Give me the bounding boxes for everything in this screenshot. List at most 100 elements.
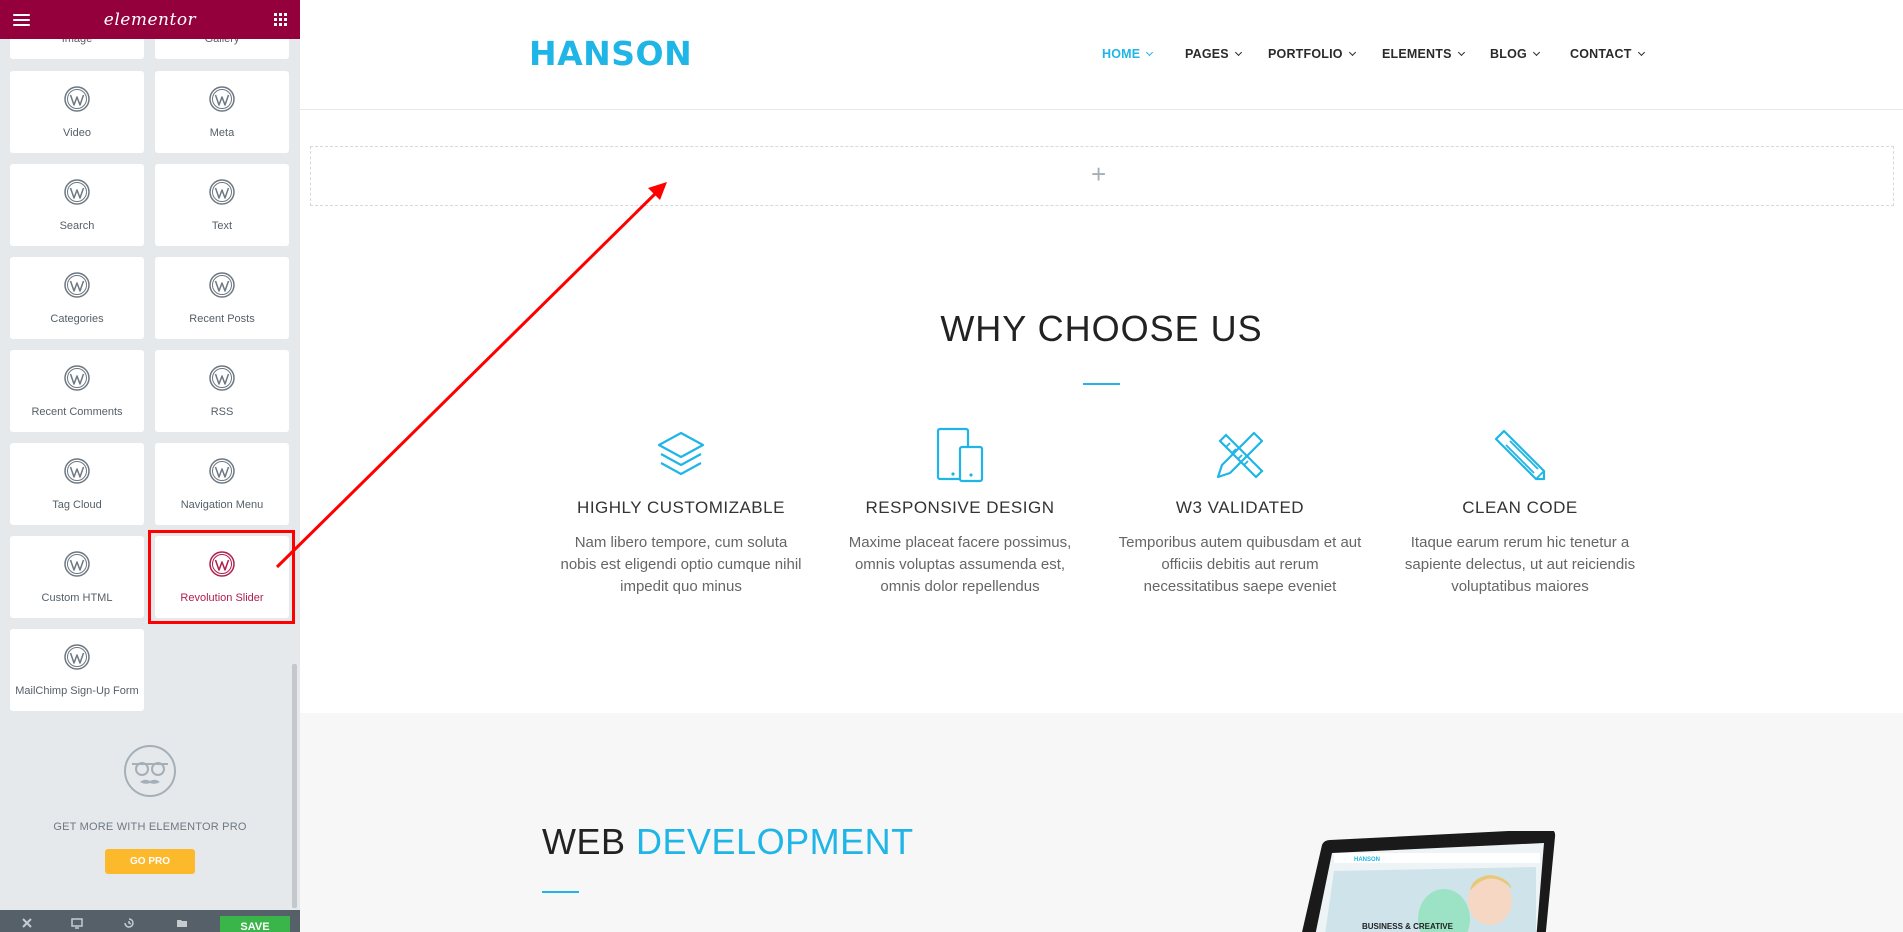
elementor-logo: elementor — [103, 9, 197, 30]
feature-description: Itaque earum rerum hic tenetur a sapient… — [1404, 534, 1636, 595]
feature-title: RESPONSIVE DESIGN — [865, 498, 1055, 517]
widget-tile[interactable]: Tag Cloud — [10, 443, 144, 525]
pencil-ruler-icon — [1216, 431, 1264, 479]
pro-promo: GET MORE WITH ELEMENTOR PRO GO PRO — [0, 744, 300, 874]
feature-item: CLEAN CODE Itaque earum rerum hic tenetur… — [1385, 425, 1655, 598]
nav-label: HOME — [1102, 47, 1141, 61]
why-choose-us-title: WHY CHOOSE US — [940, 308, 1263, 349]
widget-label: Meta — [209, 127, 235, 139]
wordpress-icon — [209, 272, 235, 298]
nav-item-blog[interactable]: BLOG — [1490, 47, 1540, 61]
save-button[interactable]: SAVE — [220, 916, 290, 932]
widget-tile[interactable]: Categories — [10, 257, 144, 339]
site-logo[interactable]: HANSON — [529, 34, 692, 73]
widget-label: Navigation Menu — [180, 499, 264, 511]
widget-tile[interactable]: Meta — [155, 71, 289, 153]
settings-icon[interactable] — [20, 916, 34, 930]
web-development-title: WEB DEVELOPMENT — [542, 821, 914, 863]
wordpress-icon — [209, 86, 235, 112]
feature-item: W3 VALIDATED Temporibus autem quibusdam e… — [1105, 425, 1375, 598]
responsive-mode-icon[interactable] — [70, 916, 84, 930]
wordpress-icon — [64, 644, 90, 670]
panel-header: elementor — [0, 0, 300, 39]
go-pro-button[interactable]: GO PRO — [105, 849, 195, 874]
title-divider — [1083, 383, 1120, 385]
widget-tile[interactable]: Recent Comments — [10, 350, 144, 432]
nav-item-pages[interactable]: PAGES — [1185, 47, 1242, 61]
nav-item-elements[interactable]: ELEMENTS — [1382, 47, 1465, 61]
chevron-down-icon — [1532, 48, 1540, 57]
widget-label: Categories — [50, 313, 104, 325]
nav-label: BLOG — [1490, 47, 1527, 61]
widgets-grid-icon[interactable] — [274, 13, 287, 26]
widget-tile-revolution-slider[interactable]: Revolution Slider — [155, 536, 289, 618]
panel-scrollbar[interactable] — [292, 664, 297, 908]
feature-item: RESPONSIVE DESIGN Maxime placeat facere p… — [825, 425, 1095, 598]
laptop-mockup-image: HANSON BUSINESS & CREATIVE — [1302, 831, 1556, 932]
menu-icon[interactable] — [13, 14, 30, 26]
web-title-plain: WEB — [542, 821, 626, 862]
widget-tile[interactable]: Recent Posts — [155, 257, 289, 339]
pencil-icon — [1494, 429, 1546, 481]
web-development-section: WEB DEVELOPMENT HANSON BUSINESS & CREATI… — [300, 713, 1903, 932]
chevron-down-icon — [1637, 48, 1645, 57]
feature-title: CLEAN CODE — [1462, 498, 1578, 517]
history-icon[interactable] — [122, 916, 136, 930]
site-header: HANSON HOME PAGES PORTFOLIO ELEMENTS BLOG CON… — [300, 0, 1903, 110]
widget-list: Image Gallery Video Meta Search Text Categorie… — [10, 39, 290, 711]
widget-label: Tag Cloud — [52, 499, 102, 511]
widget-tile[interactable]: Video — [10, 71, 144, 153]
chevron-down-icon — [1457, 48, 1465, 57]
wordpress-icon — [209, 458, 235, 484]
nav-item-portfolio[interactable]: PORTFOLIO — [1268, 47, 1356, 61]
nav-label: PORTFOLIO — [1268, 47, 1343, 61]
layers-icon — [657, 431, 705, 476]
feature-description: Nam libero tempore, cum soluta nobis est… — [560, 534, 802, 595]
widget-tile[interactable]: Gallery — [155, 39, 289, 59]
widget-tile[interactable]: MailChimp Sign-Up Form — [10, 629, 144, 711]
widget-label: Video — [63, 127, 91, 139]
wordpress-icon — [209, 365, 235, 391]
widget-label: Text — [211, 220, 233, 232]
templates-folder-icon[interactable] — [175, 916, 189, 930]
wordpress-icon — [209, 179, 235, 205]
wordpress-icon — [64, 458, 90, 484]
widget-tile[interactable]: Text — [155, 164, 289, 246]
nav-item-home[interactable]: HOME — [1102, 47, 1154, 61]
chevron-down-icon — [1348, 48, 1356, 57]
devices-icon — [936, 427, 984, 483]
add-section-plus-icon[interactable]: + — [1091, 159, 1106, 190]
widget-label: Recent Comments — [31, 406, 123, 418]
feature-description: Temporibus autem quibusdam et aut offici… — [1118, 534, 1362, 595]
widget-label: Search — [59, 220, 95, 232]
widget-row-partial: Image Gallery — [10, 39, 290, 70]
widget-tile[interactable]: Navigation Menu — [155, 443, 289, 525]
elementor-panel: elementor Image Gallery Video Meta Search Tex… — [0, 0, 300, 932]
widget-tile[interactable]: Search — [10, 164, 144, 246]
wordpress-icon — [209, 551, 235, 577]
widget-tile[interactable]: Image — [10, 39, 144, 59]
site-preview: HANSON HOME PAGES PORTFOLIO ELEMENTS BLOG CON… — [300, 0, 1903, 932]
feature-title: W3 VALIDATED — [1175, 498, 1305, 517]
elementor-pro-face-icon — [124, 745, 176, 797]
feature-description: Maxime placeat facere possimus, omnis vo… — [848, 534, 1072, 595]
wordpress-icon — [64, 365, 90, 391]
chevron-down-icon — [1234, 48, 1242, 57]
feature-item: HIGHLY CUSTOMIZABLE Nam libero tempore, c… — [546, 425, 816, 598]
wordpress-icon — [64, 179, 90, 205]
widget-label: Recent Posts — [189, 313, 255, 325]
nav-label: CONTACT — [1570, 47, 1632, 61]
nav-item-contact[interactable]: CONTACT — [1570, 47, 1645, 61]
section-divider — [542, 891, 579, 893]
widget-label: RSS — [210, 406, 234, 418]
panel-footer: SAVE — [0, 910, 300, 932]
chevron-down-icon — [1146, 48, 1154, 57]
widget-label: Gallery — [204, 39, 240, 45]
widget-label: Custom HTML — [41, 592, 113, 604]
widget-tile[interactable]: Custom HTML — [10, 536, 144, 618]
feature-title: HIGHLY CUSTOMIZABLE — [577, 498, 785, 517]
widget-label: Image — [61, 39, 93, 45]
add-section-dropzone[interactable]: + — [310, 146, 1894, 206]
widget-tile[interactable]: RSS — [155, 350, 289, 432]
laptop-screen-headline: BUSINESS & CREATIVE — [1362, 922, 1454, 931]
